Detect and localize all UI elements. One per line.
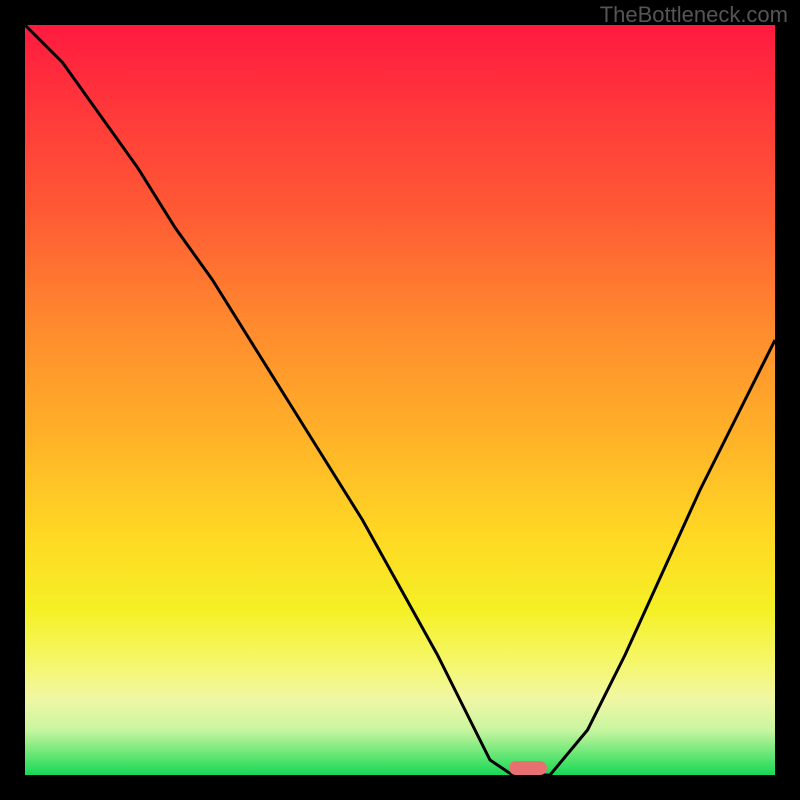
optimal-marker [509, 761, 547, 775]
plot-area [25, 25, 775, 775]
chart-container: TheBottleneck.com [0, 0, 800, 800]
watermark-text: TheBottleneck.com [600, 2, 788, 28]
bottleneck-curve [25, 25, 775, 775]
